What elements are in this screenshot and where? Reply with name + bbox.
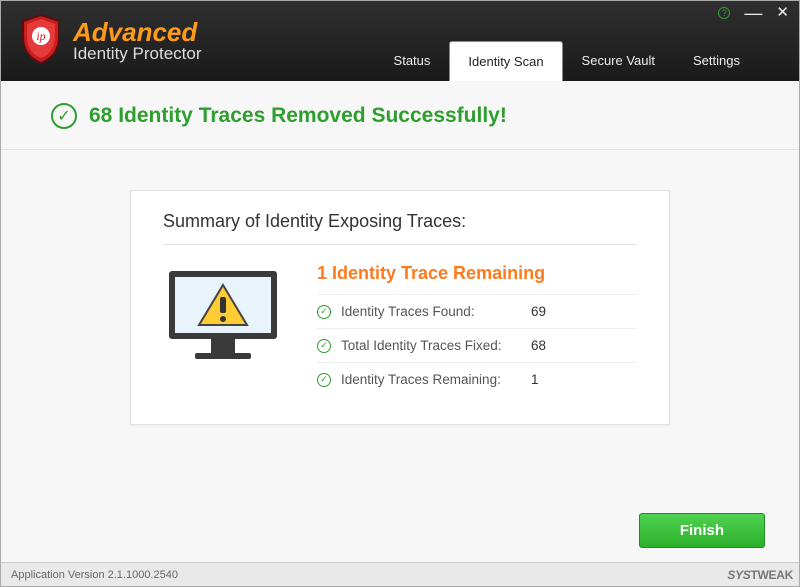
tab-secure-vault[interactable]: Secure Vault [563,40,674,81]
tab-settings[interactable]: Settings [674,40,759,81]
brand-text: Advanced Identity Protector [73,19,202,64]
help-icon[interactable]: ? [718,7,730,19]
statusbar: Application Version 2.1.1000.2540 SYSTWE… [1,562,799,586]
vendor-logo: SYSTWEAK [727,568,793,582]
stat-row-found: ✓ Identity Traces Found: 69 [317,294,637,328]
titlebar: ip Advanced Identity Protector Status Id… [1,1,799,81]
stat-label: Identity Traces Found: [341,304,521,319]
success-banner: ✓ 68 Identity Traces Removed Successfull… [1,81,799,150]
stat-label: Total Identity Traces Fixed: [341,338,521,353]
stat-value: 69 [531,304,546,319]
minimize-button[interactable]: — [744,10,762,16]
version-text: Application Version 2.1.1000.2540 [11,569,178,581]
check-icon: ✓ [317,339,331,353]
check-icon: ✓ [317,373,331,387]
app-window: ip Advanced Identity Protector Status Id… [0,0,800,587]
svg-text:ip: ip [36,29,45,43]
stat-row-remaining: ✓ Identity Traces Remaining: 1 [317,362,637,396]
summary-body: 1 Identity Trace Remaining ✓ Identity Tr… [163,263,637,396]
action-bar: Finish [1,499,799,562]
tab-identity-scan[interactable]: Identity Scan [449,41,562,81]
brand: ip Advanced Identity Protector [1,1,202,81]
summary-title: Summary of Identity Exposing Traces: [163,211,637,245]
monitor-warning-icon [163,263,283,396]
brand-line1: Advanced [73,19,202,45]
check-icon: ✓ [317,305,331,319]
stat-row-fixed: ✓ Total Identity Traces Fixed: 68 [317,328,637,362]
shield-logo-icon: ip [19,13,63,70]
content-area: ✓ 68 Identity Traces Removed Successfull… [1,81,799,562]
window-controls: ? — ✕ [718,7,789,19]
summary-details: 1 Identity Trace Remaining ✓ Identity Tr… [317,263,637,396]
summary-card: Summary of Identity Exposing Traces: 1 I… [130,190,670,425]
stat-value: 68 [531,338,546,353]
brand-line2: Identity Protector [73,45,202,64]
finish-button[interactable]: Finish [639,513,765,548]
tab-status[interactable]: Status [375,40,450,81]
banner-text: 68 Identity Traces Removed Successfully! [89,104,507,128]
remaining-title: 1 Identity Trace Remaining [317,263,637,284]
check-circle-icon: ✓ [51,103,77,129]
stat-value: 1 [531,372,539,387]
stat-label: Identity Traces Remaining: [341,372,521,387]
close-button[interactable]: ✕ [776,8,789,18]
